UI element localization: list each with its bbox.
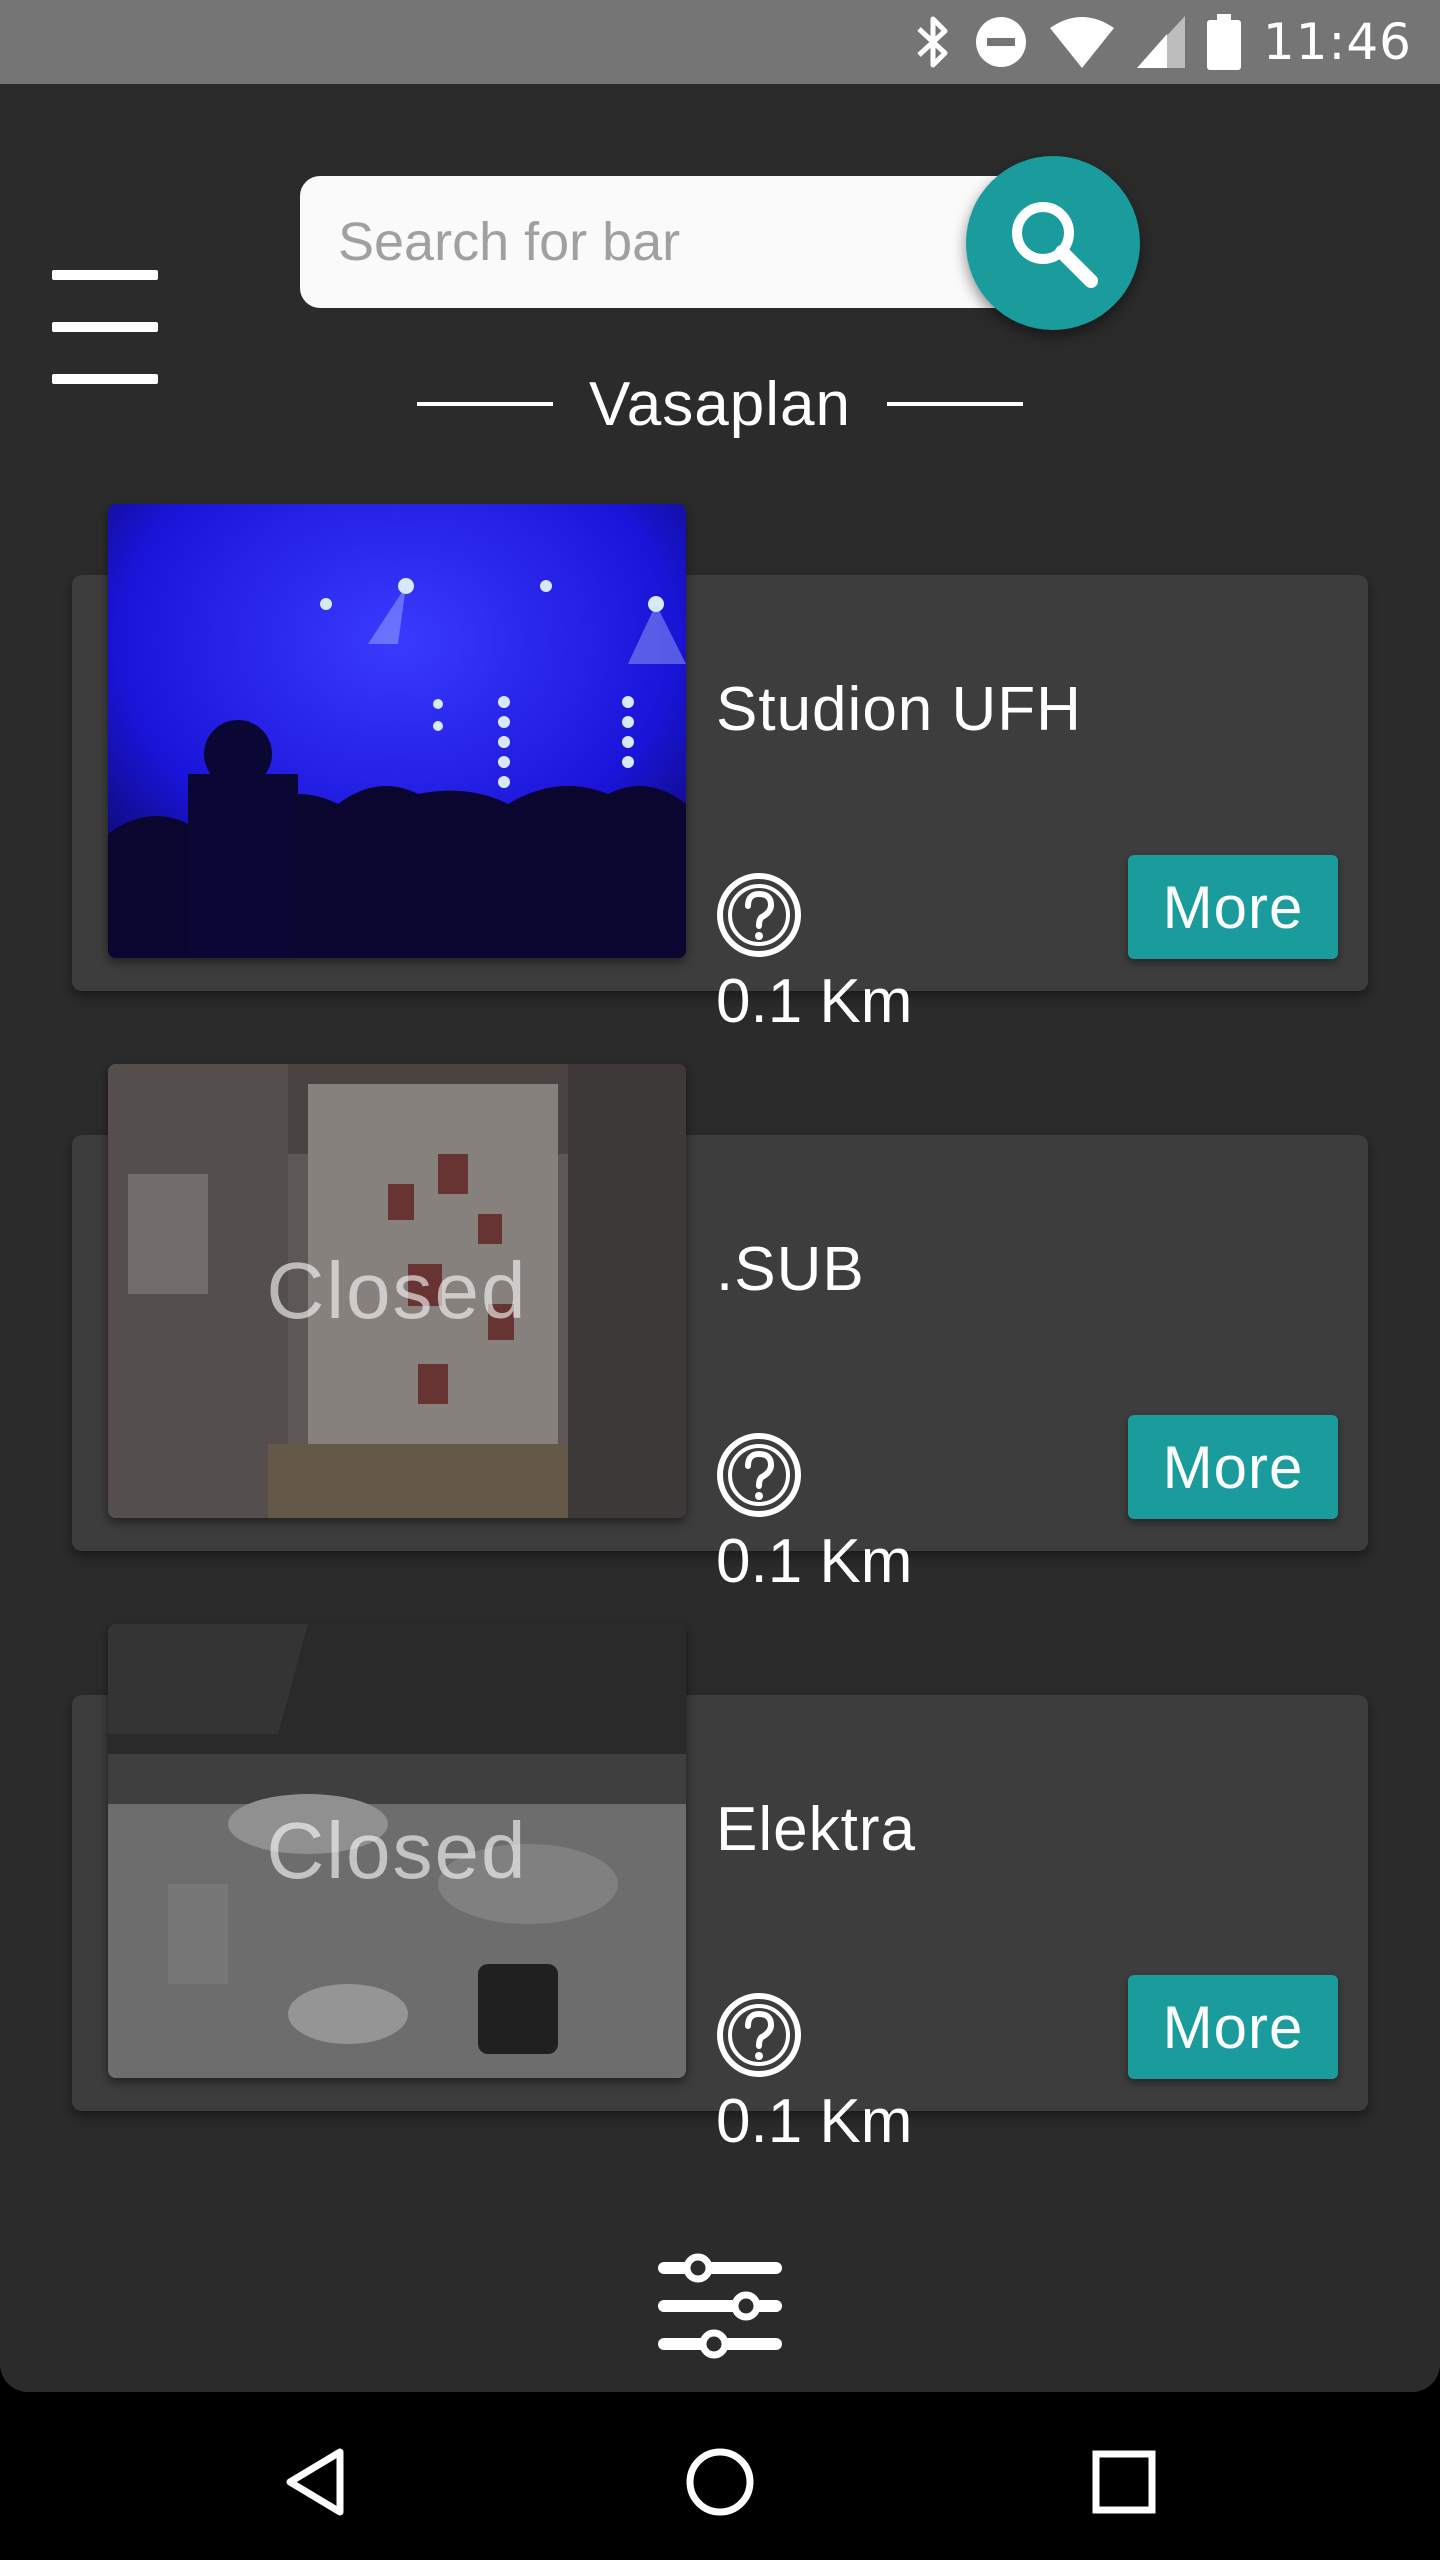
closed-label: Closed — [266, 1246, 528, 1335]
home-circle-icon[interactable] — [670, 2432, 770, 2532]
back-triangle-icon[interactable] — [266, 2432, 366, 2532]
recents-square-icon[interactable] — [1074, 2432, 1174, 2532]
divider — [886, 402, 1023, 406]
location-name: Vasaplan — [589, 369, 851, 439]
search-input[interactable] — [300, 176, 1020, 308]
hamburger-menu-icon[interactable] — [52, 188, 158, 384]
bar-distance: 0.1 Km — [716, 2087, 913, 2156]
question-icon — [717, 1993, 801, 2077]
search-icon — [1012, 202, 1098, 288]
signal-icon — [1136, 16, 1185, 68]
bar-name: Elektra — [716, 1795, 916, 1864]
status-icons: 11:46 — [913, 0, 1412, 84]
battery-icon — [1206, 14, 1241, 70]
more-button[interactable]: More — [1128, 1415, 1338, 1519]
bluetooth-icon — [917, 16, 948, 68]
divider — [417, 402, 554, 406]
location-header: Vasaplan — [0, 354, 1440, 454]
more-button[interactable]: More — [1128, 1975, 1338, 2079]
question-icon — [717, 1433, 801, 1517]
bar-image[interactable]: Closed — [108, 1064, 686, 1518]
navigation-bar — [0, 2392, 1440, 2560]
status-bar: 11:46 — [0, 0, 1440, 84]
concert-image — [108, 504, 686, 958]
menu-line — [52, 270, 158, 280]
app-container: Vasaplan S — [0, 84, 1440, 2392]
do-not-disturb-icon — [975, 17, 1026, 67]
bar-image[interactable]: Closed — [108, 1624, 686, 2078]
menu-line — [52, 322, 158, 332]
bar-name: Studion UFH — [716, 675, 1082, 744]
status-time: 11:46 — [1262, 13, 1412, 71]
more-button[interactable]: More — [1128, 855, 1338, 959]
search-button[interactable] — [966, 156, 1140, 330]
bar-image[interactable] — [108, 504, 686, 958]
sliders-filter-icon[interactable] — [654, 2250, 786, 2360]
question-icon — [717, 873, 801, 957]
bar-distance: 0.1 Km — [716, 1527, 913, 1596]
bar-name: .SUB — [716, 1235, 865, 1304]
wifi-icon — [1049, 17, 1114, 68]
bar-distance: 0.1 Km — [716, 967, 913, 1036]
closed-label: Closed — [266, 1806, 528, 1895]
